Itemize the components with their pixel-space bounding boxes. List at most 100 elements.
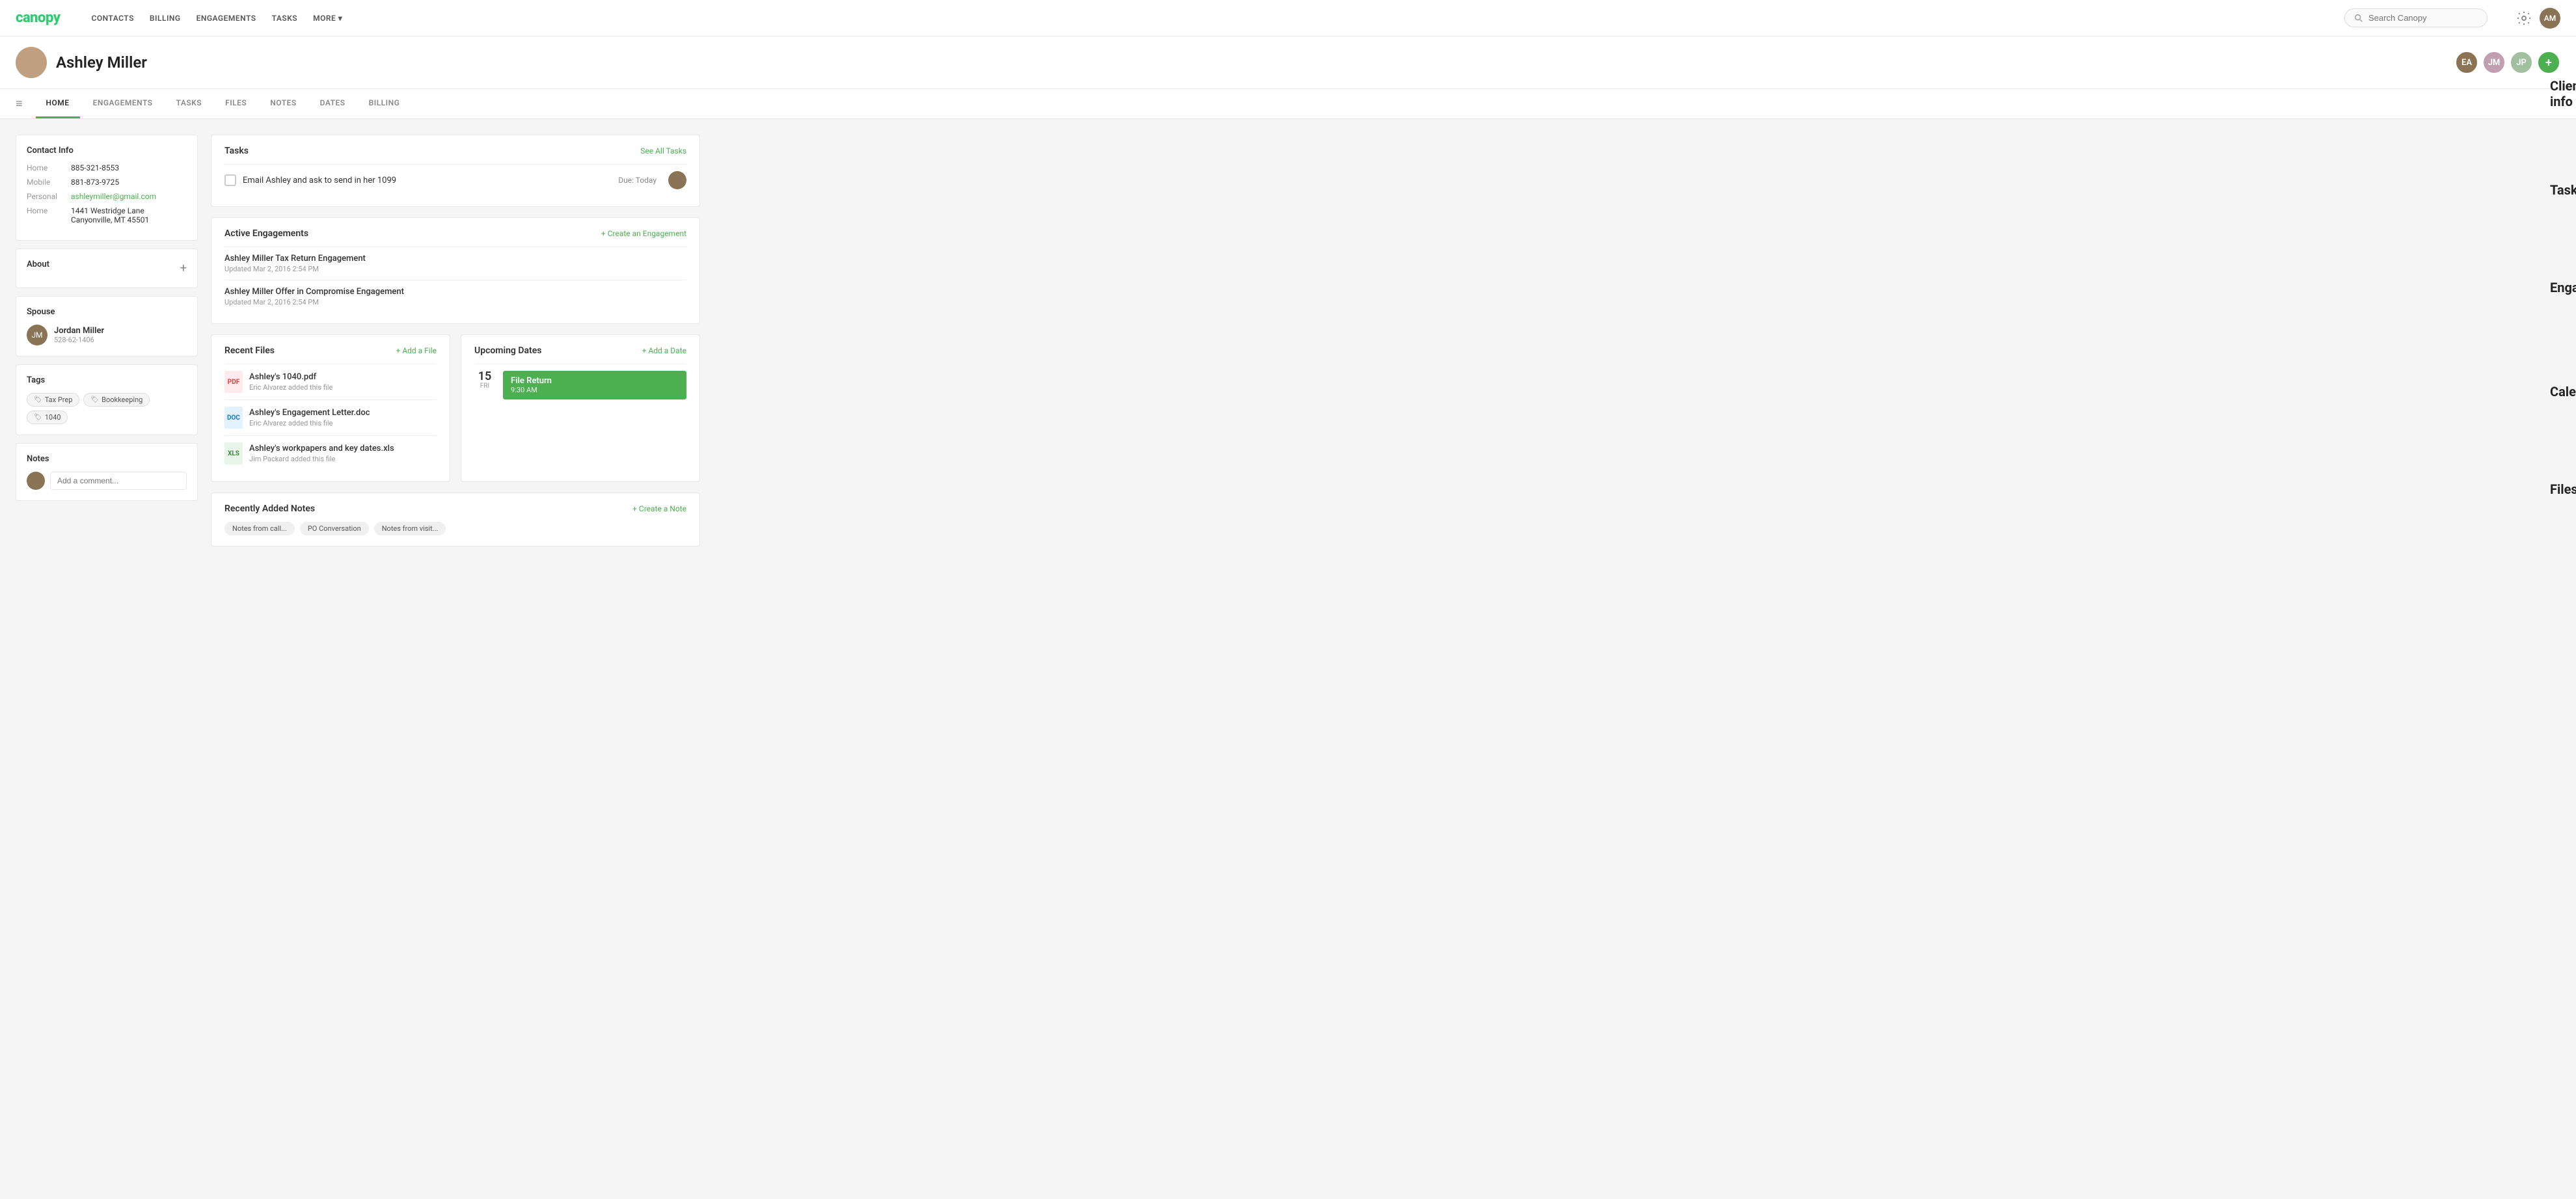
file-name-3: Ashley's workpapers and key dates.xls [249, 444, 394, 453]
nav-billing[interactable]: BILLING [150, 14, 181, 23]
tasks-card: Tasks See All Tasks Email Ashley and ask… [211, 135, 700, 207]
nav-more[interactable]: MORE ▾ [313, 14, 342, 23]
nav-links: CONTACTS BILLING ENGAGEMENTS TASKS MORE … [91, 14, 342, 23]
xls-icon: XLS [224, 442, 243, 465]
notes-title: Notes [27, 454, 187, 464]
file-info-3: Ashley's workpapers and key dates.xls Ji… [249, 444, 394, 463]
client-header: Ashley Miller EA JM JP + [0, 36, 2576, 89]
cal-day-num: 15 [474, 371, 495, 383]
nav-icons: AM [2516, 8, 2560, 29]
team-avatar-3[interactable]: JP [2510, 51, 2533, 74]
team-avatars: EA JM JP + [2455, 51, 2560, 74]
gear-icon[interactable] [2516, 10, 2532, 26]
client-name: Ashley Miller [56, 53, 147, 72]
search-icon [2354, 14, 2363, 23]
note-tab-2[interactable]: PO Conversation [300, 522, 369, 535]
team-avatar-2[interactable]: JM [2482, 51, 2506, 74]
contact-home-phone: Home 885-321-8553 [27, 163, 187, 172]
task-due: Due: Today [618, 176, 657, 185]
about-title: About [27, 260, 49, 269]
nav-contacts[interactable]: CONTACTS [91, 14, 133, 23]
spouse-phone: 528-62-1406 [54, 336, 104, 344]
tasks-title: Tasks [224, 146, 249, 156]
annotation-calendar: Calendar [2550, 384, 2576, 399]
tab-notes[interactable]: NOTES [260, 89, 306, 118]
about-add-button[interactable]: + [180, 263, 187, 275]
tab-billing[interactable]: BILLING [359, 89, 411, 118]
task-assignee-avatar [668, 171, 686, 189]
cal-day-name: Fri [474, 383, 495, 390]
engagement-date-2: Updated Mar 2, 2016 2:54 PM [224, 298, 686, 306]
notes-user-avatar [27, 472, 45, 490]
user-avatar[interactable]: AM [2540, 8, 2560, 29]
tag-bookkeeping[interactable]: 🏷 Bookkeeping [83, 393, 150, 407]
file-item-1[interactable]: PDF Ashley's 1040.pdf Eric Alvarez added… [224, 364, 437, 399]
engagement-item-1[interactable]: Ashley Miller Tax Return Engagement Upda… [224, 247, 686, 280]
bottom-panels: Recent Files + Add a File PDF Ashley's 1… [211, 334, 700, 482]
annotation-tasks: Tasks [2550, 182, 2576, 198]
doc-icon: DOC [224, 407, 243, 429]
file-name-1: Ashley's 1040.pdf [249, 372, 332, 382]
notes-input[interactable] [50, 472, 187, 490]
cal-event-time: 9:30 AM [511, 386, 679, 394]
tab-engagements[interactable]: ENGAGEMENTS [83, 89, 163, 118]
note-tab-1[interactable]: Notes from call... [224, 522, 295, 535]
contact-mobile-phone: Mobile 881-873-9725 [27, 178, 187, 187]
tab-files[interactable]: FILES [215, 89, 257, 118]
annotation-files: Files [2550, 481, 2576, 497]
task-checkbox[interactable] [224, 174, 236, 186]
tag-1040[interactable]: 🏷 1040 [27, 411, 68, 424]
files-title: Recent Files [224, 345, 275, 356]
nav-tasks[interactable]: TASKS [272, 14, 298, 23]
tag-tax-prep[interactable]: 🏷 Tax Prep [27, 393, 79, 407]
file-added-3: Jim Packard added this file [249, 455, 394, 463]
file-added-2: Eric Alvarez added this file [249, 419, 370, 427]
add-date-link[interactable]: + Add a Date [642, 346, 686, 355]
tags-card: Tags 🏷 Tax Prep 🏷 Bookkeeping 🏷 1040 [16, 364, 198, 435]
note-tab-3[interactable]: Notes from visit... [374, 522, 446, 535]
create-note-link[interactable]: + Create a Note [632, 504, 686, 513]
cal-event[interactable]: File Return 9:30 AM [503, 371, 686, 399]
tab-dates[interactable]: DATES [310, 89, 356, 118]
engagement-item-2[interactable]: Ashley Miller Offer in Compromise Engage… [224, 280, 686, 313]
engagements-header: Active Engagements + Create an Engagemen… [224, 228, 686, 239]
add-file-link[interactable]: + Add a File [396, 346, 437, 355]
search-input[interactable] [2368, 13, 2478, 23]
client-avatar [16, 47, 47, 78]
main-layout: Contact Info Home 885-321-8553 Mobile 88… [0, 119, 716, 562]
tags-list: 🏷 Tax Prep 🏷 Bookkeeping 🏷 1040 [27, 393, 187, 424]
contact-info-card: Contact Info Home 885-321-8553 Mobile 88… [16, 135, 198, 241]
spouse-name[interactable]: Jordan Miller [54, 326, 104, 336]
search-bar[interactable] [2344, 8, 2488, 27]
right-content: Tasks See All Tasks Email Ashley and ask… [211, 135, 700, 546]
notes-tabs: Notes from call... PO Conversation Notes… [224, 522, 686, 535]
contact-info-title: Contact Info [27, 146, 187, 155]
tab-tasks[interactable]: TASKS [166, 89, 213, 118]
create-engagement-link[interactable]: + Create an Engagement [601, 229, 686, 238]
engagement-name-1: Ashley Miller Tax Return Engagement [224, 254, 686, 263]
task-text: Email Ashley and ask to send in her 1099 [243, 176, 612, 185]
file-item-3[interactable]: XLS Ashley's workpapers and key dates.xl… [224, 435, 437, 471]
engagement-date-1: Updated Mar 2, 2016 2:54 PM [224, 265, 686, 273]
nav-engagements[interactable]: ENGAGEMENTS [197, 14, 256, 23]
spouse-title: Spouse [27, 307, 187, 317]
dates-header: Upcoming Dates + Add a Date [474, 345, 686, 356]
tab-home[interactable]: HOME [36, 89, 80, 118]
dates-title: Upcoming Dates [474, 345, 541, 356]
tag-icon-3: 🏷 [34, 414, 42, 421]
team-avatar-add[interactable]: + [2537, 51, 2560, 74]
contact-personal-email: Personal ashleymiller@gmail.com [27, 192, 187, 201]
file-added-1: Eric Alvarez added this file [249, 383, 332, 392]
contact-home-address: Home 1441 Westridge LaneCanyonville, MT … [27, 206, 187, 224]
engagements-title: Active Engagements [224, 228, 308, 239]
top-navigation: canopy CONTACTS BILLING ENGAGEMENTS TASK… [0, 0, 2576, 36]
file-name-2: Ashley's Engagement Letter.doc [249, 408, 370, 418]
file-item-2[interactable]: DOC Ashley's Engagement Letter.doc Eric … [224, 399, 437, 435]
about-card: About + [16, 249, 198, 288]
tag-icon: 🏷 [34, 396, 42, 403]
app-logo[interactable]: canopy [16, 10, 60, 26]
engagement-name-2: Ashley Miller Offer in Compromise Engage… [224, 287, 686, 297]
team-avatar-1[interactable]: EA [2455, 51, 2478, 74]
see-all-tasks-link[interactable]: See All Tasks [640, 146, 686, 155]
menu-icon[interactable]: ≡ [16, 97, 23, 111]
